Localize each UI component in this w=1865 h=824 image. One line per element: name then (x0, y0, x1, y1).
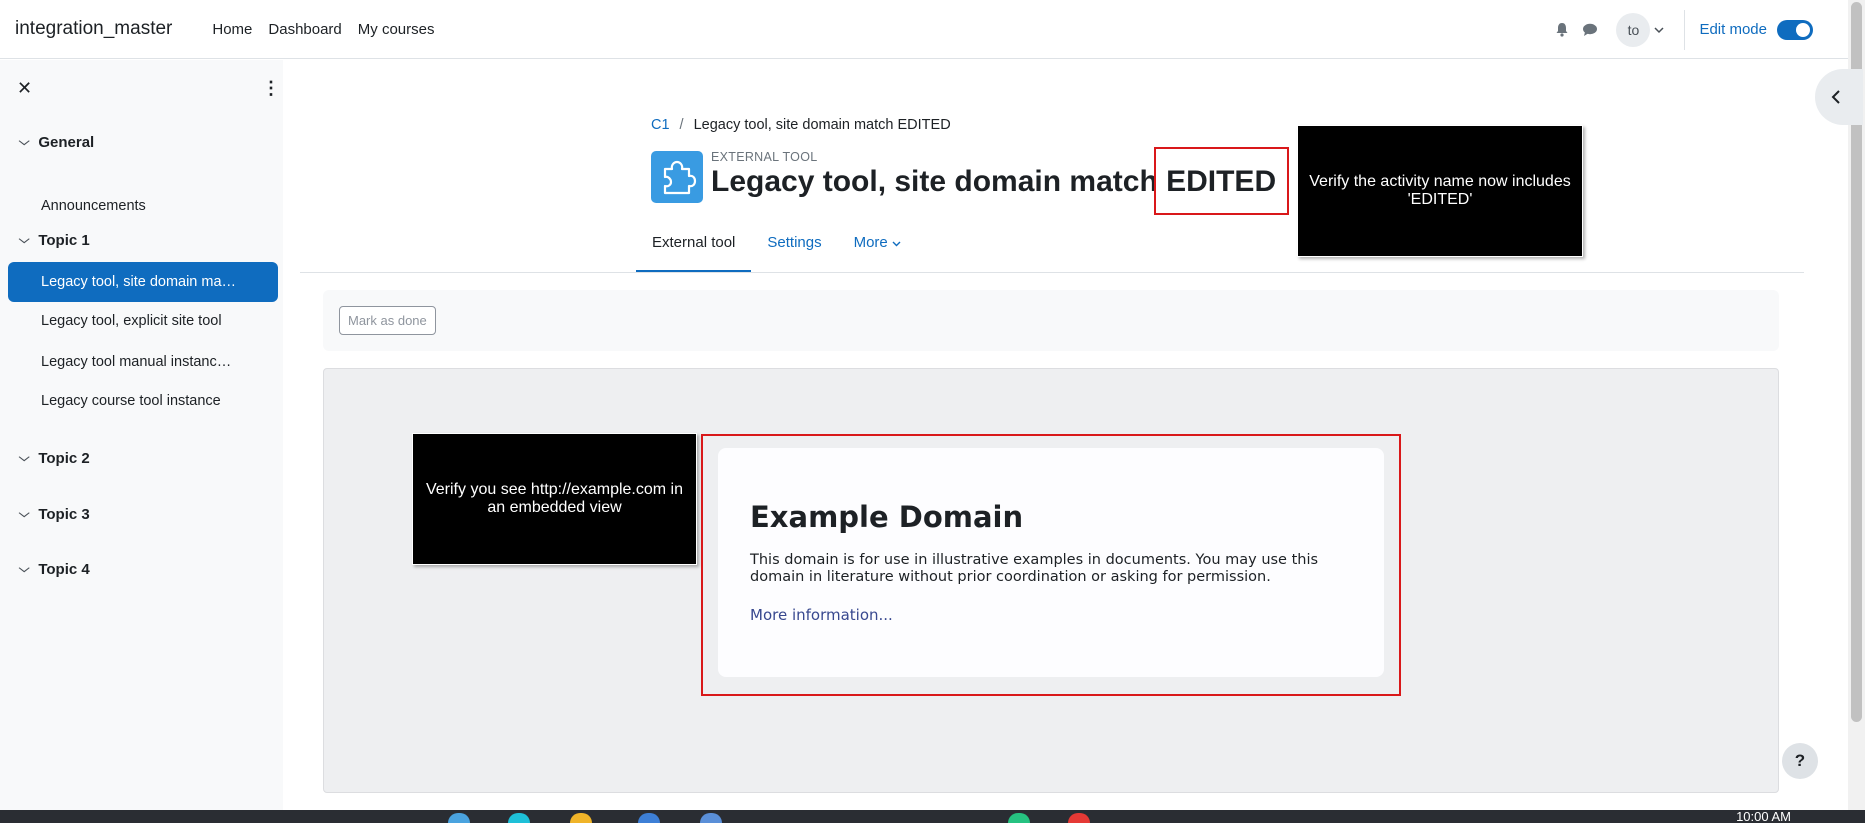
section-topic4-header[interactable]: ⌵ Topic 4 (19, 561, 90, 578)
help-button[interactable]: ? (1782, 743, 1818, 779)
section-title: Topic 4 (38, 561, 90, 578)
tab-external-tool[interactable]: External tool (636, 225, 752, 273)
sidebar-item-announcements[interactable]: Announcements (8, 186, 278, 226)
navbar-actions: to Edit mode (1548, 0, 1831, 59)
chevron-down-icon[interactable]: ⌵ (19, 508, 30, 521)
more-information-link[interactable]: More information... (750, 606, 893, 624)
section-topic1-header[interactable]: ⌵ Topic 1 (19, 232, 90, 249)
chevron-down-icon[interactable]: ⌵ (19, 234, 30, 247)
user-menu-chevron-down-icon[interactable] (1654, 23, 1670, 37)
os-taskbar: 10:00 AM (0, 809, 1865, 824)
taskbar-app-icon[interactable] (448, 813, 470, 823)
close-drawer-icon[interactable]: ✕ (17, 78, 32, 99)
tabs-divider (300, 272, 1804, 273)
sidebar-item-legacy-manual-instance[interactable]: Legacy tool manual instanc… (8, 342, 278, 382)
edited-highlight-box (1154, 147, 1289, 215)
user-avatar[interactable]: to (1616, 12, 1651, 47)
primary-navigation: Home Dashboard My courses (204, 21, 442, 38)
chevron-down-icon (892, 241, 901, 247)
taskbar-app-icon[interactable] (1068, 813, 1090, 823)
chevron-down-icon[interactable]: ⌵ (19, 136, 30, 149)
section-topic3-header[interactable]: ⌵ Topic 3 (19, 506, 90, 523)
breadcrumb-course-link[interactable]: C1 (651, 117, 670, 133)
nav-my-courses-link[interactable]: My courses (350, 21, 443, 38)
section-title: Topic 3 (38, 506, 90, 523)
taskbar-app-icon[interactable] (570, 813, 592, 823)
chevron-down-icon[interactable]: ⌵ (19, 452, 30, 465)
secondary-navigation-tabs: External tool Settings More (636, 225, 917, 273)
edit-mode-toggle[interactable] (1777, 19, 1813, 40)
nav-dashboard-link[interactable]: Dashboard (260, 21, 349, 38)
sidebar-item-legacy-course-tool[interactable]: Legacy course tool instance (8, 381, 278, 421)
tab-settings[interactable]: Settings (751, 225, 837, 273)
tab-more[interactable]: More (838, 225, 917, 273)
activity-completion-bar: Mark as done (323, 290, 1779, 351)
section-title: Topic 2 (38, 450, 90, 467)
sidebar-item-legacy-explicit-site[interactable]: Legacy tool, explicit site tool (8, 301, 278, 341)
taskbar-app-icon[interactable] (508, 813, 530, 823)
breadcrumb: C1 / Legacy tool, site domain match EDIT… (651, 117, 951, 133)
mark-as-done-button[interactable]: Mark as done (339, 306, 436, 335)
activity-type-label: EXTERNAL TOOL (711, 150, 818, 164)
chevron-left-icon (1831, 90, 1840, 104)
section-topic2-header[interactable]: ⌵ Topic 2 (19, 450, 90, 467)
top-navbar: integration_master Home Dashboard My cou… (0, 0, 1848, 59)
annotation-callout-embed: Verify you see http://example.com in an … (412, 433, 697, 565)
external-tool-puzzle-icon (651, 151, 703, 203)
example-domain-text: This domain is for use in illustrative e… (750, 552, 1319, 586)
taskbar-app-icon[interactable] (1008, 813, 1030, 823)
open-block-drawer-button[interactable] (1815, 69, 1863, 125)
breadcrumb-separator: / (679, 117, 684, 133)
section-general-header[interactable]: ⌵ General (19, 134, 95, 151)
navbar-divider (1684, 9, 1686, 50)
drawer-options-kebab-icon[interactable]: ⋮ (262, 78, 280, 99)
example-domain-heading: Example Domain (750, 500, 1024, 534)
tab-more-label: More (853, 234, 888, 251)
example-domain-card: Example Domain This domain is for use in… (718, 448, 1384, 677)
sidebar-item-legacy-site-domain[interactable]: Legacy tool, site domain ma… (8, 262, 278, 302)
site-brand[interactable]: integration_master (15, 18, 172, 40)
edit-mode-label: Edit mode (1699, 21, 1767, 38)
messages-chat-icon[interactable] (1576, 16, 1604, 44)
annotation-callout-edited: Verify the activity name now includes 'E… (1297, 125, 1583, 257)
chevron-down-icon[interactable]: ⌵ (19, 563, 30, 576)
notifications-bell-icon[interactable] (1548, 16, 1576, 44)
taskbar-app-icon[interactable] (700, 813, 722, 823)
breadcrumb-current: Legacy tool, site domain match EDITED (693, 117, 951, 133)
section-title: Topic 1 (38, 232, 90, 249)
course-index-drawer: ✕ ⋮ ⌵ General Announcements ⌵ Topic 1 Le… (0, 60, 283, 810)
taskbar-clock: 10:00 AM (1736, 809, 1791, 824)
taskbar-app-icon[interactable] (638, 813, 660, 823)
nav-home-link[interactable]: Home (204, 21, 260, 38)
section-title: General (38, 134, 95, 151)
